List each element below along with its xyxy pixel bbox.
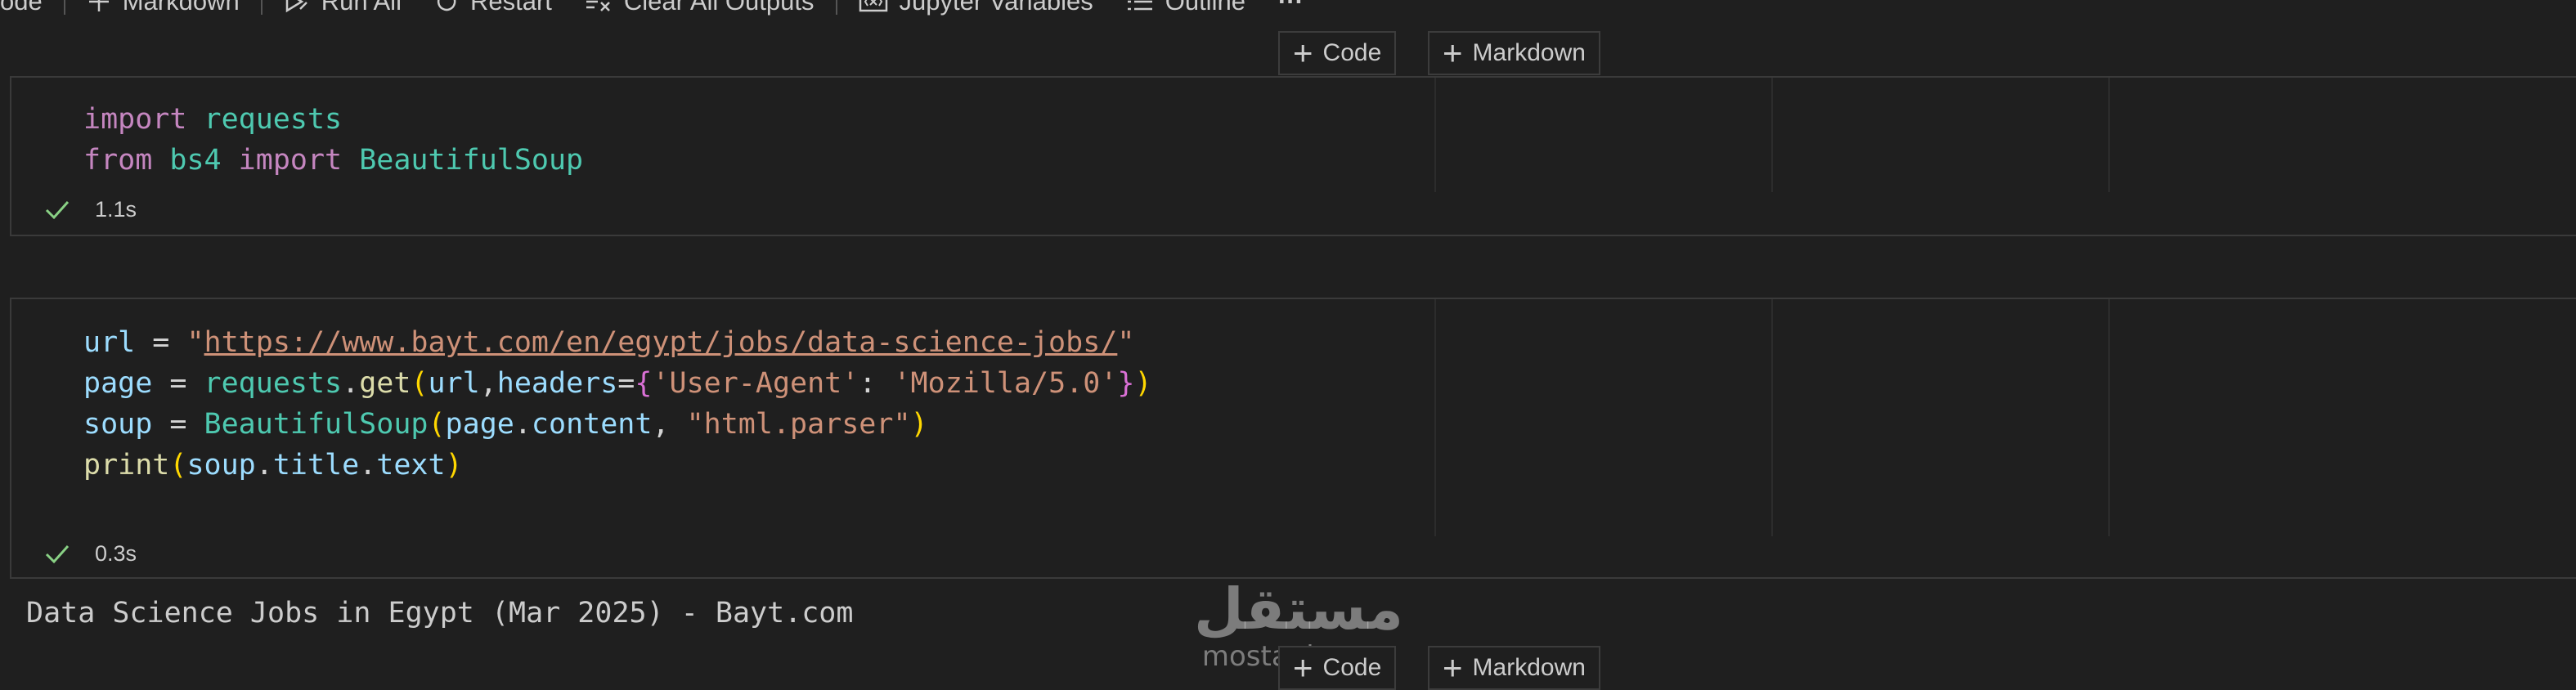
column-guide bbox=[1434, 299, 1436, 536]
run-all-button[interactable]: Run All bbox=[284, 0, 402, 16]
code-cell-2[interactable]: url = "https://www.bayt.com/en/egypt/job… bbox=[10, 298, 2576, 579]
outline-icon bbox=[1126, 0, 1154, 14]
more-icon: ··· bbox=[1277, 0, 1304, 16]
column-guide bbox=[2108, 78, 2110, 192]
notebook-toolbar: ode Markdown Run All Restart Clear All O… bbox=[0, 0, 2576, 20]
column-guide bbox=[1771, 299, 1773, 536]
add-code-label: Code bbox=[1322, 39, 1382, 66]
restart-label: Restart bbox=[469, 0, 552, 16]
run-all-label: Run All bbox=[321, 0, 402, 16]
watermark-arabic: مستقل bbox=[1194, 576, 1404, 643]
column-guide bbox=[2108, 299, 2110, 536]
add-code-label: Code bbox=[1322, 654, 1382, 681]
cell-output: Data Science Jobs in Egypt (Mar 2025) - … bbox=[26, 597, 854, 630]
cell-editor[interactable]: import requests from bs4 import Beautifu… bbox=[11, 78, 2576, 192]
toolbar-separator bbox=[63, 0, 65, 15]
clear-all-outputs-label: Clear All Outputs bbox=[623, 0, 815, 16]
toolbar-separator bbox=[835, 0, 837, 15]
cell-status: 0.3s bbox=[44, 541, 137, 567]
check-icon bbox=[44, 199, 70, 221]
toolbar-add-code-button[interactable]: ode bbox=[0, 0, 43, 16]
jupyter-variables-button[interactable]: Jupyter Variables bbox=[859, 0, 1093, 16]
plus-icon: + bbox=[1443, 34, 1463, 72]
outline-label: Outline bbox=[1165, 0, 1245, 16]
run-all-icon bbox=[284, 0, 310, 14]
execution-time: 0.3s bbox=[95, 541, 137, 566]
add-markdown-cell-button[interactable]: + Markdown bbox=[1428, 646, 1600, 690]
add-markdown-cell-button[interactable]: + Markdown bbox=[1428, 31, 1600, 75]
add-markdown-label: Markdown bbox=[1472, 654, 1586, 681]
column-guide bbox=[1434, 78, 1436, 192]
plus-icon bbox=[87, 0, 111, 14]
toolbar-markdown-label: Markdown bbox=[122, 0, 240, 16]
code-cell-1[interactable]: import requests from bs4 import Beautifu… bbox=[10, 76, 2576, 236]
check-icon bbox=[44, 544, 70, 565]
variables-icon bbox=[859, 0, 888, 14]
jupyter-variables-label: Jupyter Variables bbox=[899, 0, 1093, 16]
restart-icon bbox=[434, 0, 459, 14]
cell-status: 1.1s bbox=[44, 197, 137, 222]
outline-button[interactable]: Outline bbox=[1126, 0, 1245, 16]
code-content[interactable]: import requests from bs4 import Beautifu… bbox=[83, 99, 583, 181]
toolbar-separator bbox=[260, 0, 263, 15]
clear-all-icon bbox=[585, 0, 613, 14]
clear-all-outputs-button[interactable]: Clear All Outputs bbox=[585, 0, 815, 16]
code-content[interactable]: url = "https://www.bayt.com/en/egypt/job… bbox=[83, 322, 1152, 486]
column-guide bbox=[1771, 78, 1773, 192]
restart-button[interactable]: Restart bbox=[434, 0, 552, 16]
plus-icon: + bbox=[1293, 34, 1313, 72]
more-actions-button[interactable]: ··· bbox=[1278, 0, 1304, 16]
toolbar-code-label: ode bbox=[0, 0, 43, 16]
plus-icon: + bbox=[1293, 648, 1313, 687]
cell-editor[interactable]: url = "https://www.bayt.com/en/egypt/job… bbox=[11, 299, 2576, 536]
execution-time: 1.1s bbox=[95, 197, 137, 222]
add-markdown-label: Markdown bbox=[1472, 39, 1586, 66]
add-code-cell-button[interactable]: + Code bbox=[1278, 646, 1397, 690]
toolbar-add-markdown-button[interactable]: Markdown bbox=[87, 0, 240, 16]
plus-icon: + bbox=[1443, 648, 1463, 687]
add-code-cell-button[interactable]: + Code bbox=[1278, 31, 1397, 75]
